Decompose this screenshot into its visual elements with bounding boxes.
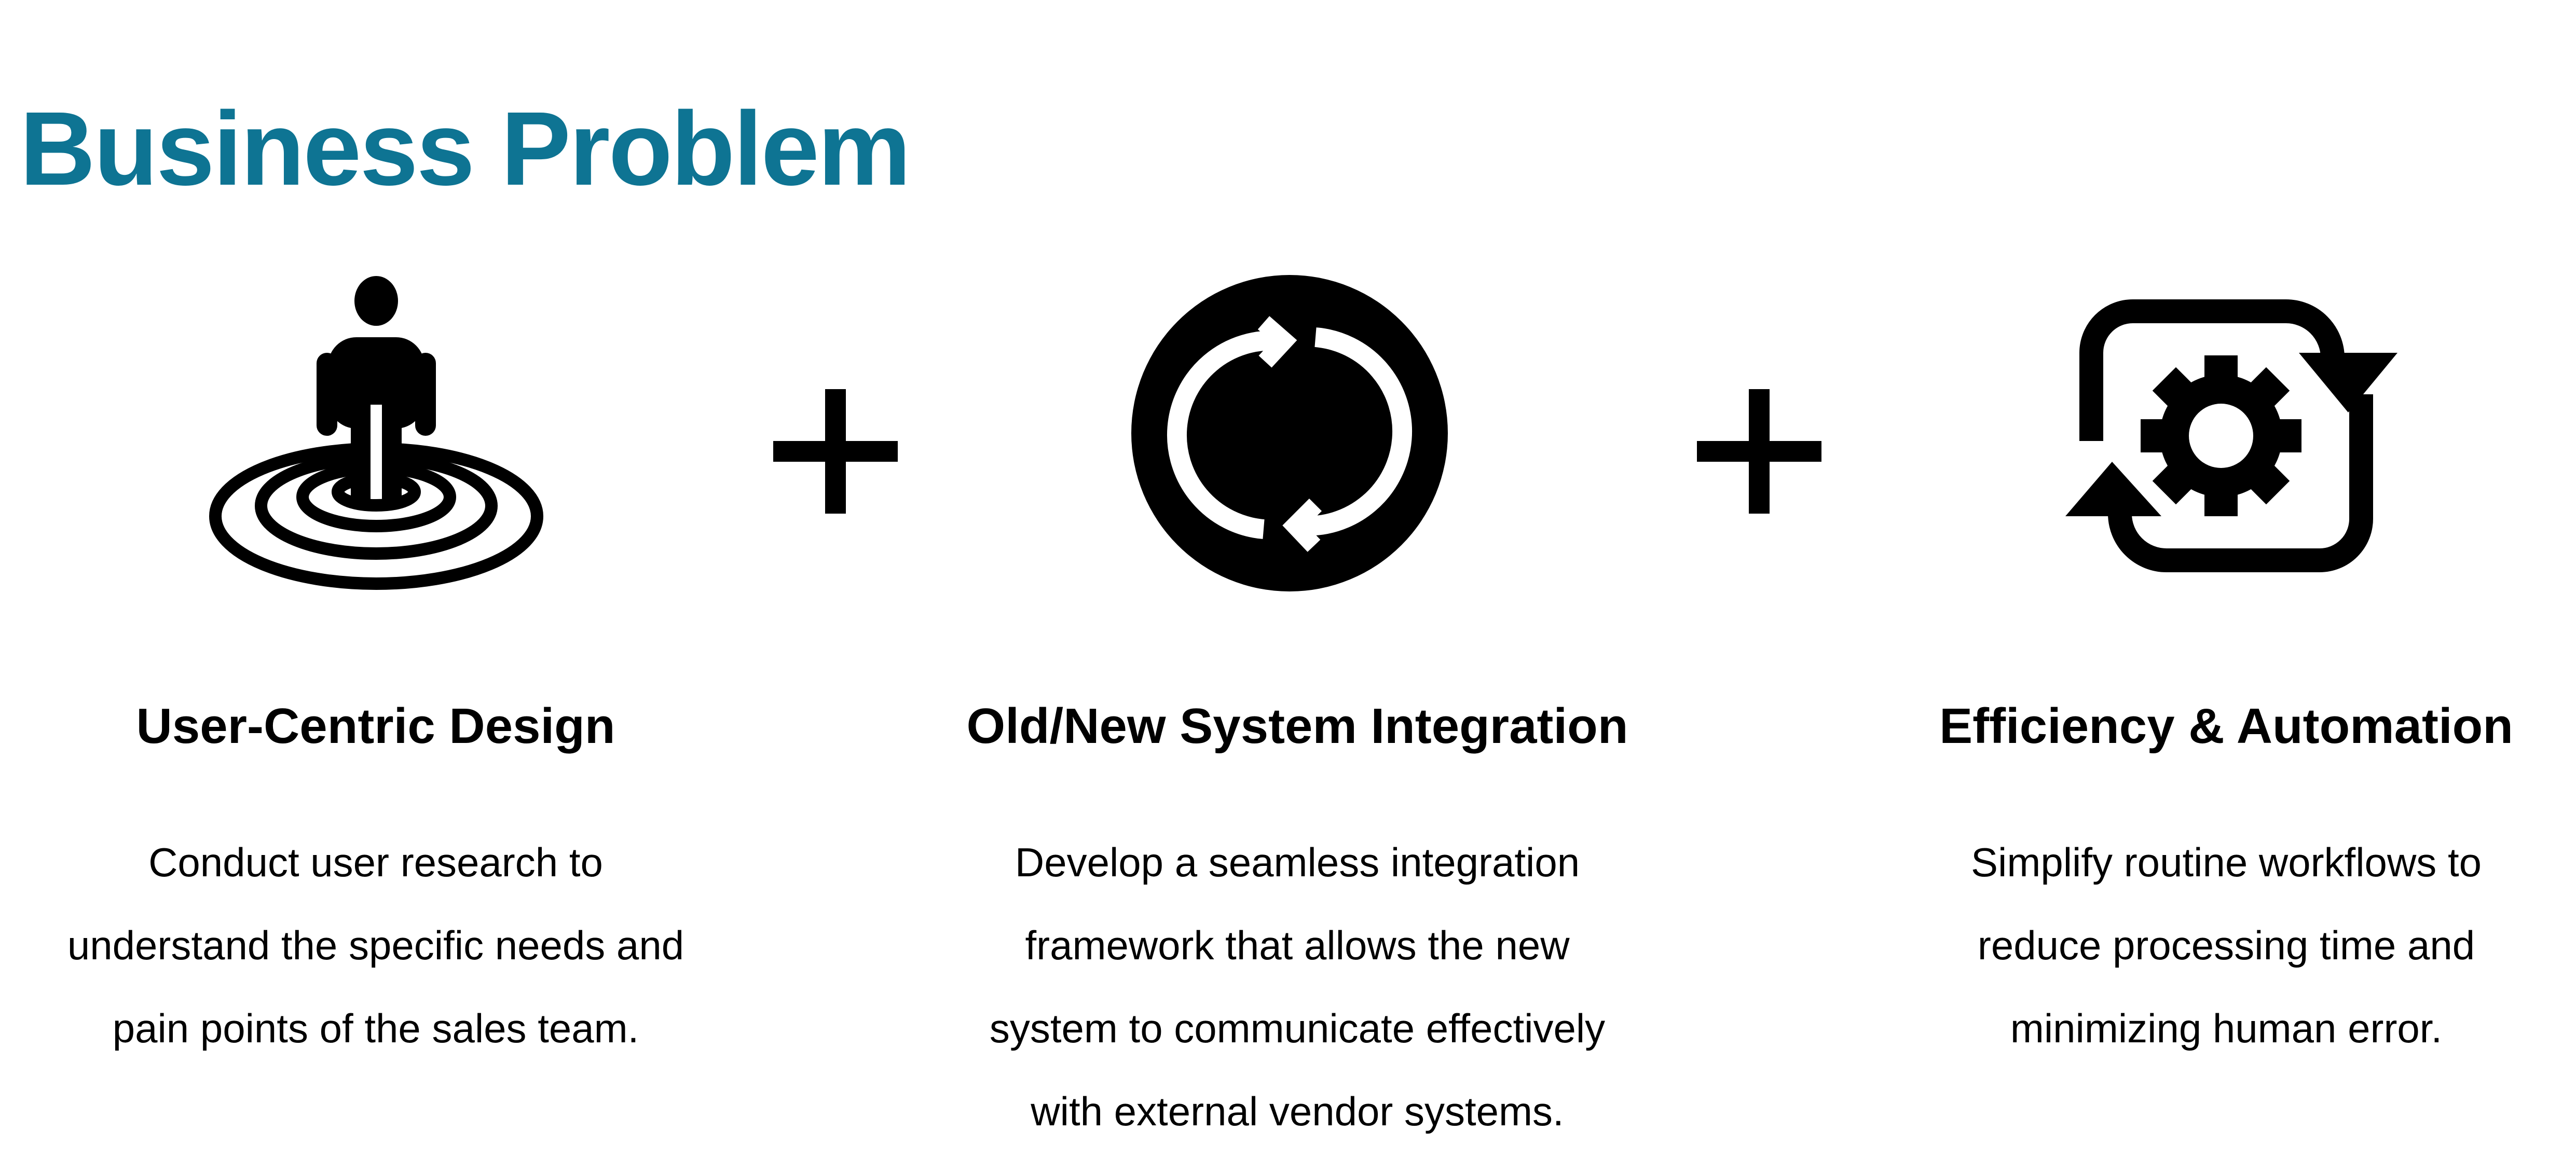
column-efficiency-automation: Efficiency & Automation Simplify routine… (1853, 690, 2576, 1070)
description-line: minimizing human error. (2010, 1005, 2443, 1051)
description-line: framework that allows the new (1025, 922, 1570, 968)
description-line: with external vendor systems. (1031, 1088, 1564, 1134)
refresh-cycle-icon (1131, 275, 1448, 591)
column-user-centric-design: User-Centric Design Conduct user researc… (2, 690, 749, 1070)
column-system-integration: Old/New System Integration Develop a sea… (924, 690, 1671, 1153)
column-heading: Old/New System Integration (966, 698, 1628, 754)
page-title: Business Problem (20, 90, 911, 208)
description-line: system to communicate effectively (989, 1005, 1606, 1051)
plus-icon (1697, 389, 1821, 514)
column-description: Develop a seamless integration framework… (924, 821, 1671, 1153)
description-line: pain points of the sales team. (112, 1005, 639, 1051)
description-line: Develop a seamless integration (1015, 839, 1580, 885)
gear-automation-icon (2065, 299, 2397, 572)
description-line: reduce processing time and (1977, 922, 2475, 968)
description-line: Conduct user research to (148, 839, 603, 885)
column-description: Conduct user research to understand the … (2, 821, 749, 1070)
column-heading: Efficiency & Automation (1939, 698, 2513, 754)
description-line: understand the specific needs and (67, 922, 684, 968)
plus-icon (773, 389, 898, 514)
description-line: Simplify routine workflows to (1971, 839, 2482, 885)
person-on-target-icon (209, 276, 543, 590)
column-description: Simplify routine workflows to reduce pro… (1853, 821, 2576, 1070)
column-heading: User-Centric Design (136, 698, 615, 754)
